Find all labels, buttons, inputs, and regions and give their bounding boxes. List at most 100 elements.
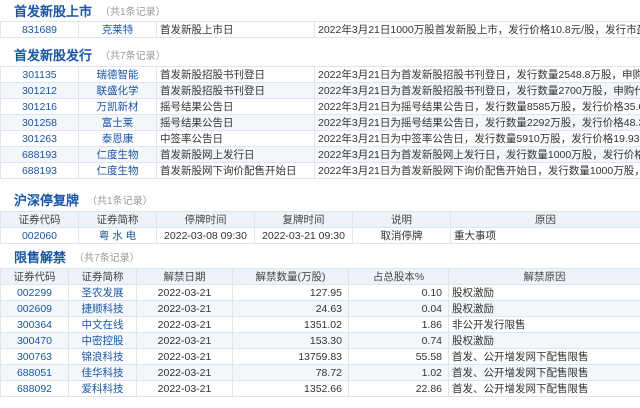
column-header: 证券简称 — [68, 268, 137, 285]
column-header: 说明 — [352, 211, 451, 228]
stock-code-link[interactable]: 002609 — [0, 300, 69, 317]
stock-name-link[interactable]: 瑞德智能 — [78, 66, 157, 83]
unlock-date-cell: 2022-03-21 — [136, 316, 233, 333]
table-header-row: 证券代码 证券简称 停牌时间 复牌时间 说明 原因 — [0, 211, 640, 228]
stock-name-link[interactable]: 佳华科技 — [68, 364, 137, 381]
resume-time-cell: 2022-03-21 09:30 — [254, 227, 353, 244]
stock-code-link[interactable]: 301212 — [0, 82, 79, 99]
stock-name-link[interactable]: 克莱特 — [78, 21, 157, 38]
suspension-table: 证券代码 证券简称 停牌时间 复牌时间 说明 原因 002060 粤 水 电 2022-03-… — [0, 211, 640, 244]
stock-code-link[interactable]: 002299 — [0, 284, 69, 301]
record-count: （共7条记录） — [100, 50, 166, 62]
unlock-date-cell: 2022-03-21 — [136, 364, 233, 381]
unlock-reason-cell: 首发、公开增发网下配售限售 — [448, 364, 640, 381]
stock-name-link[interactable]: 仁度生物 — [78, 162, 157, 179]
table-row: 301216 万凯新材 摇号结果公告日 2022年3月21日为摇号结果公告日，发行数量… — [0, 98, 640, 115]
stock-code-link[interactable]: 688092 — [0, 380, 69, 397]
stock-code-link[interactable]: 301135 — [0, 66, 79, 83]
stock-code-link[interactable]: 300470 — [0, 332, 69, 349]
unlock-date-cell: 2022-03-21 — [136, 300, 233, 317]
share-percent-cell: 0.10 — [348, 284, 449, 301]
stock-code-link[interactable]: 002060 — [0, 227, 79, 244]
column-header: 解禁日期 — [136, 268, 233, 285]
section-header-suspension: 沪深停复牌 （共1条记录） — [0, 189, 640, 209]
event-cell: 首发新股网下询价配售开始日 — [156, 162, 315, 179]
table-row: 688092 爱科科技 2022-03-21 1352.66 22.86 首发、公开增发网… — [0, 380, 640, 397]
table-row: 301212 联盛化学 首发新股招股书刊登日 2022年3月21日为首发新股招股书刊登… — [0, 82, 640, 99]
section-title: 限售解禁 — [14, 249, 67, 265]
table-row: 301258 富士莱 摇号结果公告日 2022年3月21日为摇号结果公告日，发行数量2… — [0, 114, 640, 131]
stock-name-link[interactable]: 捷顺科技 — [68, 300, 137, 317]
column-header: 证券代码 — [0, 211, 79, 228]
table-header-row: 证券代码 证券简称 解禁日期 解禁数量(万股) 占总股本% 解禁原因 — [0, 268, 640, 285]
unlock-table: 证券代码 证券简称 解禁日期 解禁数量(万股) 占总股本% 解禁原因 002299 圣农发展… — [0, 268, 640, 397]
column-header: 解禁数量(万股) — [232, 268, 349, 285]
stock-name-link[interactable]: 联盛化学 — [78, 82, 157, 99]
stock-name-link[interactable]: 粤 水 电 — [78, 227, 157, 244]
stock-name-link[interactable]: 仁度生物 — [78, 146, 157, 163]
table-row: 688193 仁度生物 首发新股网上发行日 2022年3月21日为首发新股网上发行日，… — [0, 146, 640, 163]
description-cell: 2022年3月21日1000万股首发新股上市，发行价格10.8元/股，发行市盈率… — [314, 21, 640, 38]
section-title: 首发新股发行 — [14, 47, 93, 63]
share-percent-cell: 55.58 — [348, 348, 449, 365]
stock-code-link[interactable]: 688193 — [0, 146, 79, 163]
unlock-reason-cell: 股权激励 — [448, 332, 640, 349]
stock-code-link[interactable]: 301263 — [0, 130, 79, 147]
description-cell: 2022年3月21日为中签率公告日，发行数量5910万股，发行价格19.93元/… — [314, 130, 640, 147]
section-header-new-listing: 首发新股上市 （共1条记录） — [0, 0, 640, 20]
record-count: （共1条记录） — [100, 6, 166, 18]
stock-code-link[interactable]: 301258 — [0, 114, 79, 131]
table-row: 002299 圣农发展 2022-03-21 127.95 0.10 股权激励 — [0, 284, 640, 301]
stock-code-link[interactable]: 688193 — [0, 162, 79, 179]
stock-code-link[interactable]: 301216 — [0, 98, 79, 115]
description-cell: 2022年3月21日为首发新股招股书刊登日，发行数量2700万股，申购代码3 — [314, 82, 640, 99]
table-row: 300763 锦浪科技 2022-03-21 13759.83 55.58 首发、公开增发… — [0, 348, 640, 365]
stock-code-link[interactable]: 300364 — [0, 316, 69, 333]
unlock-quantity-cell: 24.63 — [232, 300, 349, 317]
event-cell: 首发新股招股书刊登日 — [156, 66, 315, 83]
column-header: 原因 — [450, 211, 640, 228]
event-cell: 摇号结果公告日 — [156, 114, 315, 131]
stock-name-link[interactable]: 中密控股 — [68, 332, 137, 349]
column-header: 证券简称 — [78, 211, 157, 228]
event-cell: 中签率公告日 — [156, 130, 315, 147]
table-row: 688051 佳华科技 2022-03-21 78.72 1.02 首发、公开增发网下配售… — [0, 364, 640, 381]
unlock-quantity-cell: 1351.02 — [232, 316, 349, 333]
new-listing-table: 831689 克莱特 首发新股上市日 2022年3月21日1000万股首发新股上市，发… — [0, 21, 640, 38]
stock-name-link[interactable]: 锦浪科技 — [68, 348, 137, 365]
section-title: 沪深停复牌 — [14, 192, 80, 208]
section-header-new-issue: 首发新股发行 （共7条记录） — [0, 44, 640, 64]
section-title: 首发新股上市 — [14, 3, 93, 19]
unlock-reason-cell: 股权激励 — [448, 300, 640, 317]
unlock-reason-cell: 非公开发行限售 — [448, 316, 640, 333]
stock-name-link[interactable]: 泰恩康 — [78, 130, 157, 147]
unlock-quantity-cell: 127.95 — [232, 284, 349, 301]
column-header: 证券代码 — [0, 268, 69, 285]
column-header: 复牌时间 — [254, 211, 353, 228]
stock-code-link[interactable]: 688051 — [0, 364, 69, 381]
unlock-quantity-cell: 153.30 — [232, 332, 349, 349]
reason-cell: 重大事项 — [450, 227, 640, 244]
unlock-reason-cell: 首发、公开增发网下配售限售 — [448, 348, 640, 365]
stock-name-link[interactable]: 圣农发展 — [68, 284, 137, 301]
column-header: 解禁原因 — [448, 268, 640, 285]
table-row: 831689 克莱特 首发新股上市日 2022年3月21日1000万股首发新股上市，发… — [0, 21, 640, 38]
stock-code-link[interactable]: 831689 — [0, 21, 79, 38]
stock-code-link[interactable]: 300763 — [0, 348, 69, 365]
stock-name-link[interactable]: 爱科科技 — [68, 380, 137, 397]
stock-name-link[interactable]: 富士莱 — [78, 114, 157, 131]
table-row: 002060 粤 水 电 2022-03-08 09:30 2022-03-21 09… — [0, 227, 640, 244]
table-row: 002609 捷顺科技 2022-03-21 24.63 0.04 股权激励 — [0, 300, 640, 317]
stock-name-link[interactable]: 中文在线 — [68, 316, 137, 333]
unlock-date-cell: 2022-03-21 — [136, 332, 233, 349]
halt-time-cell: 2022-03-08 09:30 — [156, 227, 255, 244]
unlock-quantity-cell: 13759.83 — [232, 348, 349, 365]
unlock-reason-cell: 首发、公开增发网下配售限售 — [448, 380, 640, 397]
stock-name-link[interactable]: 万凯新材 — [78, 98, 157, 115]
column-header: 停牌时间 — [156, 211, 255, 228]
table-row: 300364 中文在线 2022-03-21 1351.02 1.86 非公开发行限售 — [0, 316, 640, 333]
table-row: 301263 泰恩康 中签率公告日 2022年3月21日为中签率公告日，发行数量591… — [0, 130, 640, 147]
unlock-date-cell: 2022-03-21 — [136, 284, 233, 301]
unlock-date-cell: 2022-03-21 — [136, 348, 233, 365]
description-cell: 2022年3月21日为首发新股招股书刊登日，发行数量2548.8万股，申购代码3 — [314, 66, 640, 83]
